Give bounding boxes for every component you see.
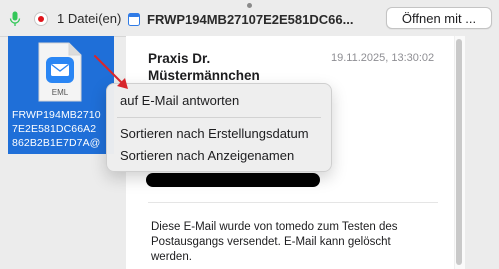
document-icon [128,13,140,26]
window-dot-indicator [247,3,252,8]
file-count-label: 1 Datei(en) [57,11,122,26]
record-icon[interactable] [34,12,48,26]
email-body-line: Diese E-Mail wurde von tomedo zum Testen… [151,221,398,233]
sender-name-line: Müstermännchen [148,68,260,83]
window-title: FRWP194MB27107E2E581DC66... [147,12,354,27]
menu-item-sort-by-created[interactable]: Sortieren nach Erstellungsdatum [120,126,309,141]
scrollbar-thumb[interactable] [456,39,462,265]
right-gutter [465,36,499,269]
email-date: 19.11.2025, 13:30:02 [331,52,435,64]
microphone-icon[interactable] [9,11,21,27]
redacted-recipient [146,173,320,187]
toolbar: 1 Datei(en) FRWP194MB27107E2E581DC66... … [0,0,499,37]
context-menu: auf E-Mail antworten Sortieren nach Erst… [106,83,332,172]
sender-name-line: Praxis Dr. [148,51,211,66]
menu-item-reply[interactable]: auf E-Mail antworten [120,93,239,108]
header-divider [148,202,438,203]
email-body-line: werden. [151,251,192,263]
file-name-line: FRWP194MB2710 [12,109,101,121]
file-name: FRWP194MB2710 7E2E581DC66A2 862B2B1E7D7A… [12,108,118,150]
file-name-line: 862B2B1E7D7A@ [12,137,101,149]
file-badge: EML [52,88,69,97]
file-name-line: 7E2E581DC66A2 [12,123,97,135]
eml-file-icon: EML [38,42,82,102]
menu-item-sort-by-name[interactable]: Sortieren nach Anzeigenamen [120,148,294,163]
red-arrow-annotation [94,55,128,89]
menu-separator [117,117,321,118]
open-with-button[interactable]: Öffnen mit ... [386,7,492,29]
email-body: Diese E-Mail wurde von tomedo zum Testen… [151,220,441,265]
email-body-line: Postausgangs versendet. E-Mail kann gelö… [151,236,391,248]
sender-name: Praxis Dr. Müstermännchen [148,50,260,84]
